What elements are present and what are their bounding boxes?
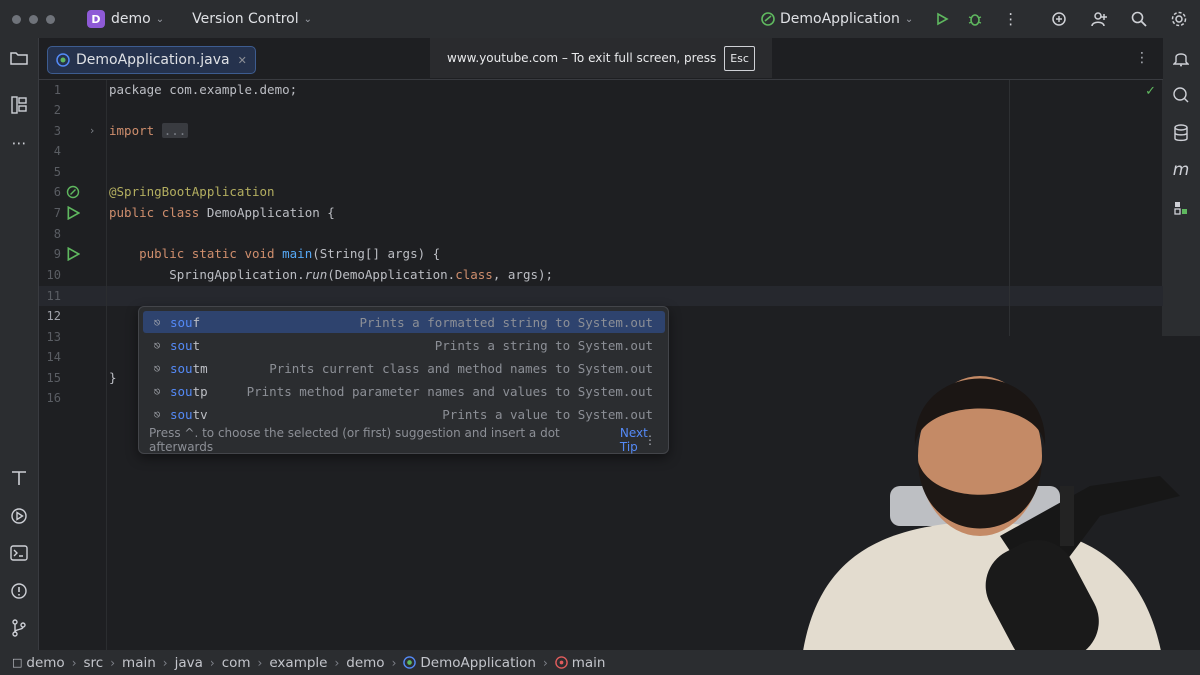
fullscreen-notice: www.youtube.com – To exit full screen, p…	[430, 38, 772, 78]
fullscreen-notice-text: www.youtube.com – To exit full screen, p…	[447, 51, 717, 65]
breadcrumb-separator: ›	[391, 655, 397, 670]
live-template-icon: ⎋	[153, 384, 161, 398]
presenter-webcam-video	[760, 336, 1200, 675]
services-run-icon[interactable]	[9, 506, 29, 526]
code-line[interactable]: 6 @SpringBootApplication	[39, 182, 1163, 202]
run-icon[interactable]	[935, 12, 949, 26]
code-line[interactable]: 8	[39, 224, 1163, 244]
debug-icon[interactable]	[967, 11, 983, 27]
zoom-window-button[interactable]	[46, 14, 55, 24]
esc-key: Esc	[724, 45, 755, 71]
search-icon[interactable]	[1130, 10, 1148, 28]
code-line[interactable]	[39, 162, 1163, 182]
breadcrumb-demo[interactable]: demo	[346, 655, 384, 671]
breadcrumb-example[interactable]: example	[269, 655, 327, 671]
more-actions-icon[interactable]: ⋮	[1003, 10, 1018, 28]
project-selector[interactable]: demo	[111, 11, 151, 27]
breadcrumb-com[interactable]: com	[222, 655, 251, 671]
breadcrumb-separator: ›	[110, 655, 116, 670]
completion-options-icon[interactable]: ⋮	[644, 433, 656, 447]
problems-icon[interactable]	[9, 581, 29, 601]
chevron-down-icon[interactable]: ⌄	[905, 14, 913, 25]
completion-hint: Press ^. to choose the selected (or firs…	[149, 426, 560, 454]
breadcrumb-separator: ›	[162, 655, 168, 670]
vcs-menu[interactable]: Version Control	[192, 11, 299, 27]
text-tool-icon[interactable]	[9, 468, 29, 488]
code-line[interactable]: 11	[39, 286, 1163, 306]
project-folder-icon[interactable]	[9, 48, 29, 68]
breadcrumb-separator: ›	[71, 655, 77, 670]
tab-label: DemoApplication.java	[76, 52, 230, 68]
code-completion-popup: ⎋ souf Prints a formatted string to Syst…	[138, 306, 669, 454]
completion-item-sout[interactable]: ⎋ sout Prints a string to System.out	[143, 334, 665, 356]
breadcrumb-separator: ›	[334, 655, 340, 670]
add-user-icon[interactable]	[1090, 10, 1108, 28]
code-line[interactable]: 7 public class DemoApplication {	[39, 203, 1163, 223]
live-template-icon: ⎋	[153, 338, 161, 352]
navigation-breadcrumbs: □ demo › src › main › java › com › exampl…	[0, 650, 1200, 675]
more-tools-icon[interactable]: ⋯	[9, 133, 29, 153]
ai-assistant-icon[interactable]	[1050, 10, 1068, 28]
folded-imports[interactable]: ...	[161, 123, 189, 138]
live-template-icon: ⎋	[153, 315, 161, 329]
breadcrumb-src[interactable]: src	[84, 655, 104, 671]
spring-bean-gutter-icon[interactable]	[66, 185, 80, 199]
run-config-selector[interactable]: DemoApplication	[780, 11, 900, 27]
editor-tab-demo-application[interactable]: DemoApplication.java ✕	[47, 46, 256, 74]
title-bar: D demo ⌄ Version Control ⌄ DemoApplicati…	[0, 0, 1200, 38]
breadcrumb-java[interactable]: java	[175, 655, 203, 671]
breadcrumb-separator: ›	[257, 655, 263, 670]
code-line[interactable]: 2	[39, 100, 1163, 120]
method-icon	[554, 656, 568, 669]
tab-options-icon[interactable]: ⋮	[1135, 50, 1149, 66]
breadcrumb-separator: ›	[542, 655, 548, 670]
left-tool-window-bar: ⋯	[0, 38, 38, 650]
breadcrumb-main[interactable]: main	[122, 655, 156, 671]
structure-icon[interactable]	[9, 95, 29, 115]
settings-gear-icon[interactable]	[1170, 10, 1188, 28]
presenter-image	[760, 336, 1200, 675]
breadcrumb-class[interactable]: DemoApplication	[403, 655, 536, 671]
run-class-gutter-icon[interactable]	[66, 206, 80, 220]
java-class-icon	[403, 656, 417, 669]
spring-leaf-icon	[761, 12, 775, 26]
close-window-button[interactable]	[12, 14, 21, 24]
breadcrumb-method[interactable]: main	[554, 655, 605, 671]
terminal-icon[interactable]	[9, 543, 29, 563]
maven-icon[interactable]: m	[1171, 160, 1191, 180]
window-controls[interactable]	[12, 14, 55, 24]
completion-item-soutv[interactable]: ⎋ soutv Prints a value to System.out	[143, 403, 665, 425]
code-line[interactable]: 9 public static void main(String[] args)…	[39, 244, 1163, 264]
git-branch-icon[interactable]	[9, 618, 29, 638]
live-template-icon: ⎋	[153, 361, 161, 375]
completion-item-soutm[interactable]: ⎋ soutm Prints current class and method …	[143, 357, 665, 379]
code-line[interactable]: 4	[39, 141, 1163, 161]
minimize-window-button[interactable]	[29, 14, 38, 24]
database-icon[interactable]	[1171, 123, 1191, 143]
completion-item-souf[interactable]: ⎋ souf Prints a formatted string to Syst…	[143, 311, 665, 333]
ai-chat-icon[interactable]	[1171, 85, 1191, 105]
run-toolbar: DemoApplication ⌄ ⋮	[760, 0, 1018, 38]
code-line[interactable]: 3 › import ...	[39, 121, 1163, 141]
breadcrumb-module[interactable]: □ demo	[12, 655, 65, 671]
fold-expand-icon[interactable]: ›	[85, 124, 99, 138]
chevron-down-icon[interactable]: ⌄	[304, 14, 312, 25]
live-template-icon: ⎋	[153, 407, 161, 421]
java-class-icon	[56, 53, 70, 67]
close-tab-icon[interactable]: ✕	[238, 54, 247, 67]
notifications-bell-icon[interactable]	[1171, 48, 1191, 68]
completion-footer: Press ^. to choose the selected (or firs…	[139, 426, 668, 454]
titlebar-right-actions	[1050, 0, 1188, 38]
code-line[interactable]: 10 SpringApplication.run(DemoApplication…	[39, 265, 1163, 285]
module-icon: □	[12, 656, 23, 669]
code-line[interactable]: 1 package com.example.demo;	[39, 80, 1163, 100]
chevron-down-icon[interactable]: ⌄	[156, 14, 164, 25]
project-badge[interactable]: D	[87, 10, 105, 28]
plugin-icon[interactable]	[1171, 198, 1191, 218]
completion-item-soutp[interactable]: ⎋ soutp Prints method parameter names an…	[143, 380, 665, 402]
run-main-gutter-icon[interactable]	[66, 247, 80, 261]
breadcrumb-separator: ›	[209, 655, 215, 670]
